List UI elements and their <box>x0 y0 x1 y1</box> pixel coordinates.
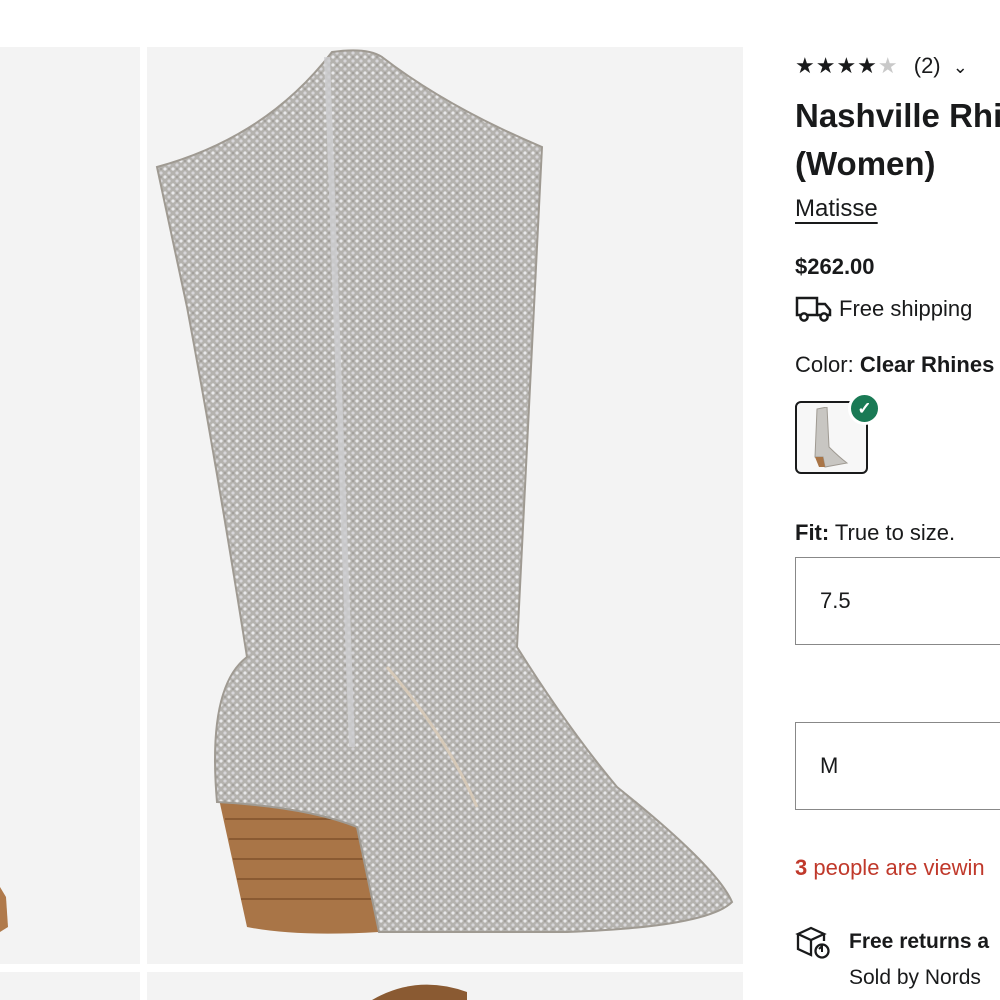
brand-link[interactable]: Matisse <box>795 195 878 223</box>
returns-title: Free returns a <box>849 930 990 953</box>
returns-box-icon <box>795 926 830 959</box>
product-title-line-1: Nashville Rhi <box>795 97 1000 134</box>
product-title: Nashville Rhi (Women) <box>795 92 1000 188</box>
check-icon: ✓ <box>848 392 881 425</box>
color-selection-label: Color: Clear Rhines <box>795 352 994 378</box>
sold-by: Sold by Nords <box>849 966 981 989</box>
product-price: $262.00 <box>795 254 875 279</box>
boot-image <box>155 49 734 934</box>
fit-label: Fit: <box>795 520 830 545</box>
star-full-icon: ★★★★ <box>795 53 878 78</box>
size-dropdown[interactable]: 7.5 <box>795 557 1000 645</box>
review-count[interactable]: (2) <box>914 53 941 78</box>
color-label: Color: <box>795 352 854 377</box>
viewers-count: 3 <box>795 855 808 880</box>
fit-value: True to size. <box>834 520 956 545</box>
gallery-thumbnail-left[interactable] <box>0 47 140 964</box>
shipping-info: Free shipping <box>795 294 972 324</box>
boot-thumbnail-partial <box>372 984 467 1000</box>
viewers-text: people are viewin <box>807 855 985 880</box>
chevron-down-icon[interactable]: ⌄ <box>953 57 968 77</box>
width-dropdown[interactable]: M <box>795 722 1000 810</box>
product-title-line-2: (Women) <box>795 145 936 182</box>
color-value: Clear Rhines <box>859 352 995 377</box>
gallery-thumbnail-bottom[interactable] <box>147 972 743 1000</box>
boot-thumbnail-partial <box>0 887 8 932</box>
truck-icon <box>795 296 832 322</box>
rating-summary[interactable]: ★★★★★ (2) ⌄ <box>795 53 968 79</box>
viewers-notice: 3 people are viewin <box>795 855 985 881</box>
rating-stars: ★★★★★ <box>795 53 906 78</box>
returns-info: Free returns a Sold by Nords <box>795 924 989 996</box>
main-product-image[interactable] <box>147 47 743 964</box>
boot-swatch-image <box>814 407 849 468</box>
fit-info: Fit: True to size. <box>795 520 955 546</box>
product-info-panel: ★★★★★ (2) ⌄ Nashville Rhi (Women) Matiss… <box>795 47 1000 1000</box>
width-value: M <box>820 753 839 778</box>
star-empty-icon: ★ <box>877 53 899 78</box>
shipping-text: Free shipping <box>839 296 973 321</box>
gallery-thumbnail-bottom-left[interactable] <box>0 972 140 1000</box>
size-value: 7.5 <box>820 588 851 613</box>
